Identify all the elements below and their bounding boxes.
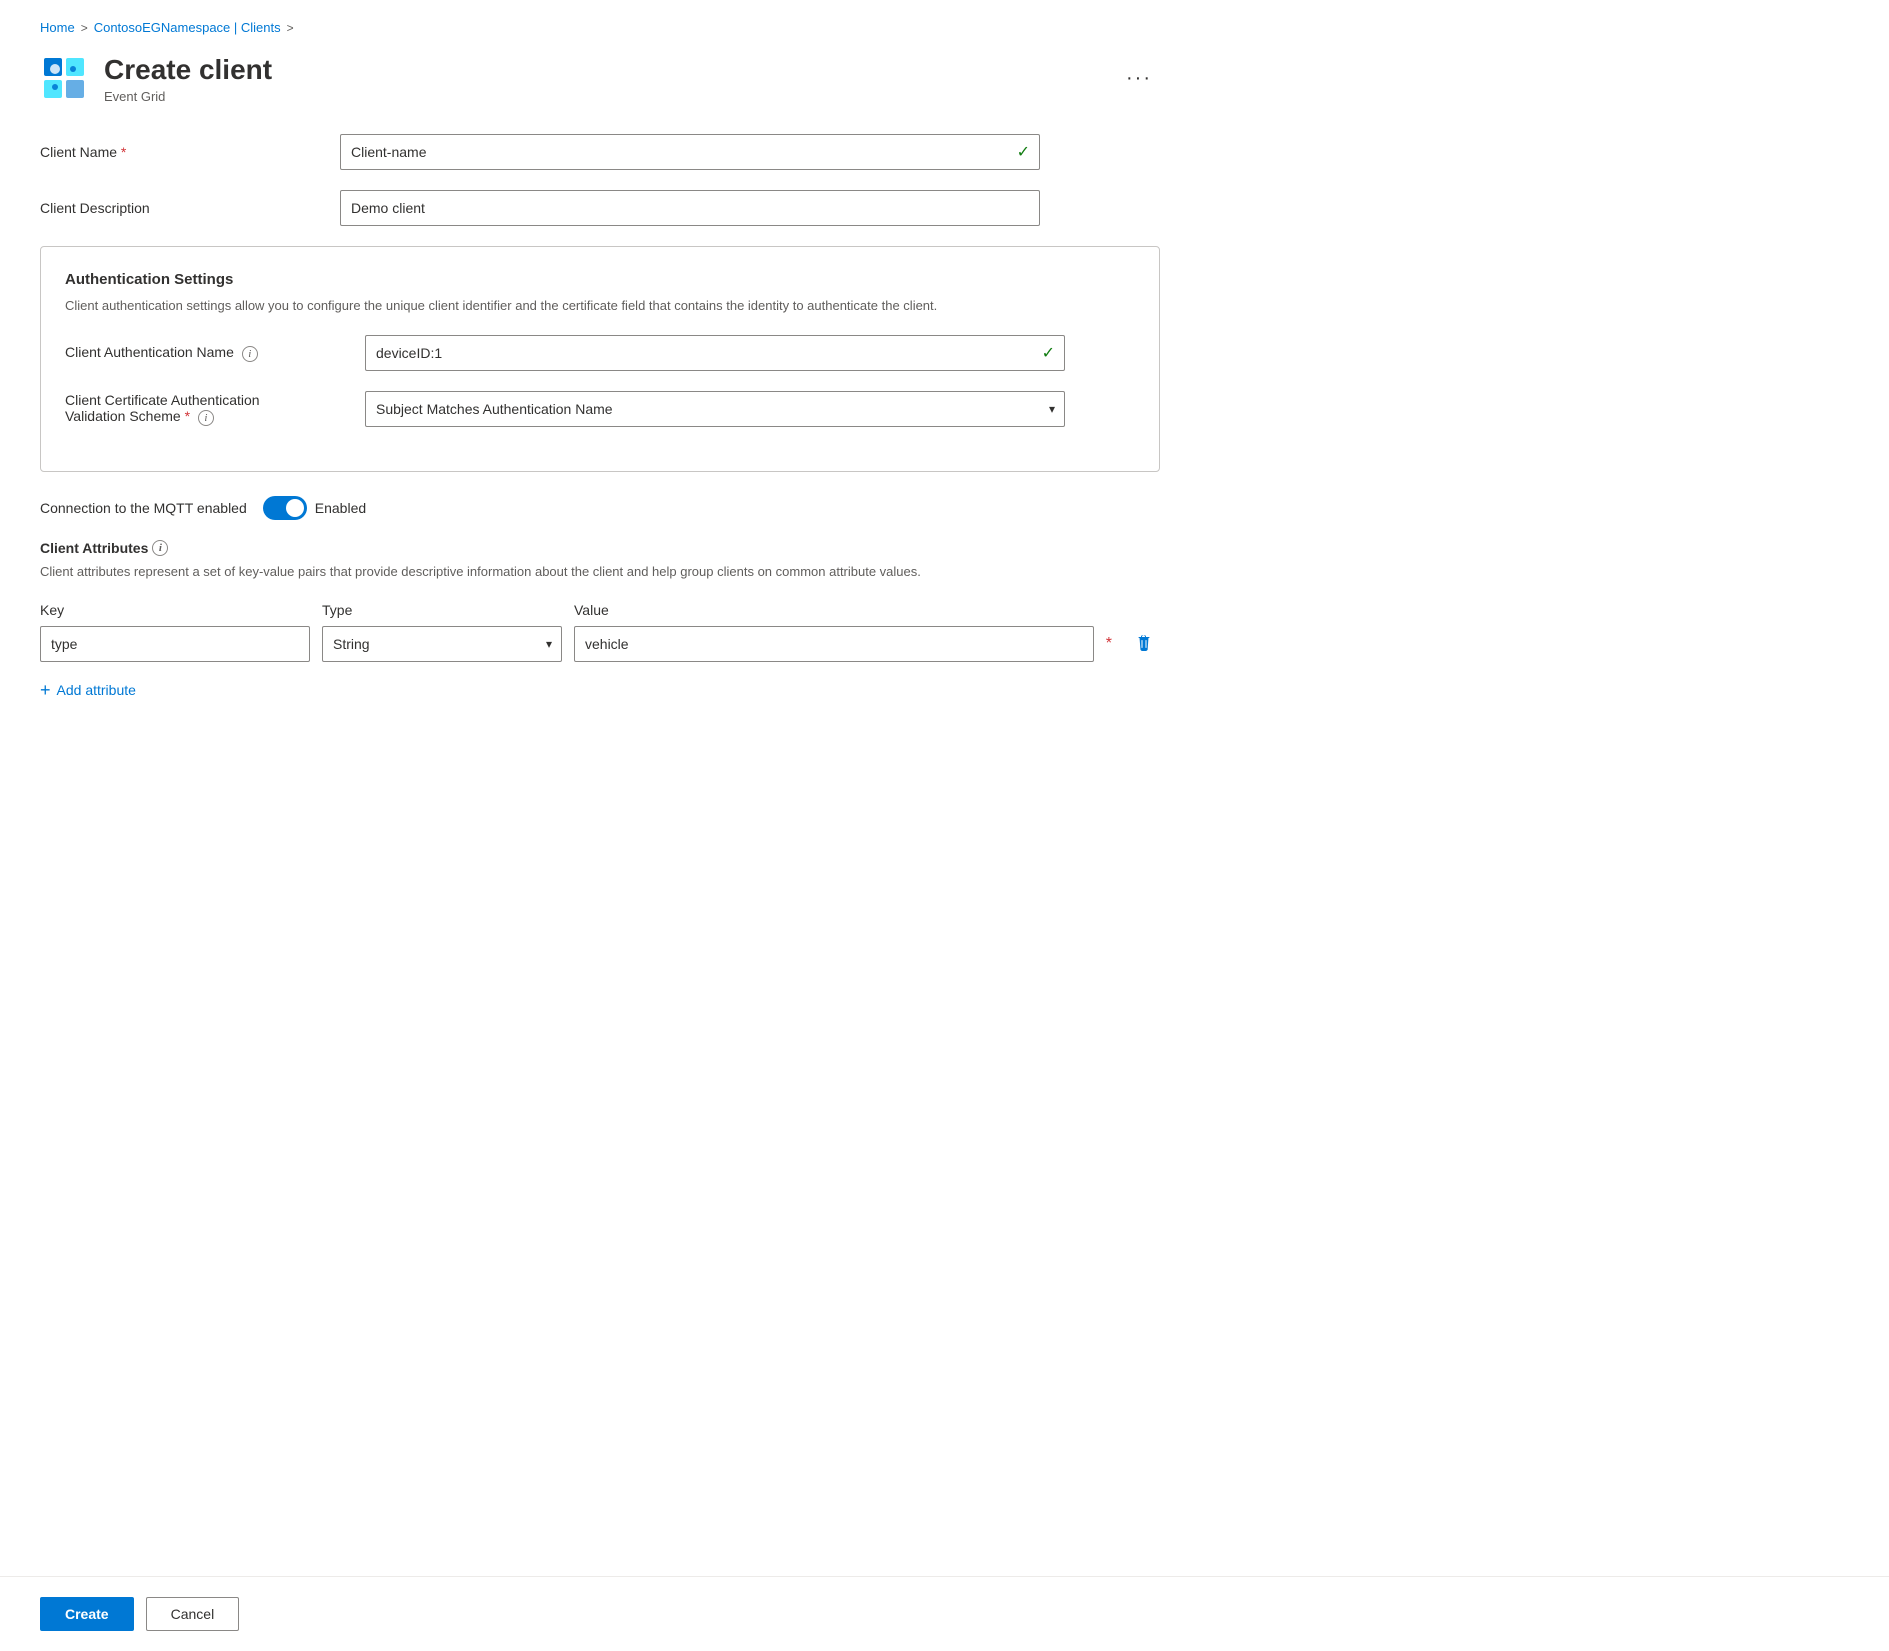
auth-name-row: Client Authentication Name i ✓ [65,335,1135,371]
client-attributes-desc: Client attributes represent a set of key… [40,562,1160,582]
add-attribute-label: Add attribute [57,682,136,698]
add-attribute-button[interactable]: + Add attribute [40,674,136,707]
breadcrumb-home[interactable]: Home [40,20,75,35]
validation-required: * [185,408,190,424]
attr-row-0: String Integer Float Boolean ▾ * [40,626,1160,662]
attr-value-input-wrapper [574,626,1094,662]
cancel-button[interactable]: Cancel [146,1597,240,1631]
attr-type-select[interactable]: String Integer Float Boolean [322,626,562,662]
mqtt-toggle-container: Enabled [263,496,366,520]
event-grid-icon [40,54,88,102]
create-button[interactable]: Create [40,1597,134,1631]
mqtt-toggle-knob [286,499,304,517]
add-attribute-plus-icon: + [40,680,51,701]
attr-key-header: Key [40,602,310,618]
client-description-label: Client Description [40,200,320,216]
mqtt-row: Connection to the MQTT enabled Enabled [40,496,1160,520]
client-attributes-title: Client Attributes i [40,540,1160,556]
mqtt-label: Connection to the MQTT enabled [40,500,247,516]
breadcrumb-namespace[interactable]: ContosoEGNamespace | Clients [94,20,281,35]
client-description-input-wrapper [340,190,1040,226]
validation-info-icon[interactable]: i [198,410,214,426]
more-options-button[interactable]: ··· [1118,63,1160,94]
auth-settings-desc: Client authentication settings allow you… [65,296,1135,316]
attr-value-header: Value [574,602,1160,618]
auth-name-info-icon[interactable]: i [242,346,258,362]
footer-bar: Create Cancel [0,1576,1889,1651]
attr-headers: Key Type Value [40,602,1160,618]
client-name-input-wrapper: ✓ [340,134,1040,170]
trash-icon [1135,635,1153,653]
attr-type-select-wrapper: String Integer Float Boolean ▾ [322,626,562,662]
auth-name-label: Client Authentication Name i [65,344,345,362]
validation-scheme-select[interactable]: Subject Matches Authentication Name DNS … [365,391,1065,427]
breadcrumb-sep1: > [81,21,88,35]
auth-name-input-wrapper: ✓ [365,335,1065,371]
client-name-row: Client Name * ✓ [40,134,1160,170]
page-title: Create client [104,53,1102,87]
client-name-required: * [121,144,126,160]
attr-value-input[interactable] [574,626,1094,662]
validation-dropdown-wrapper: Subject Matches Authentication Name DNS … [365,391,1065,427]
auth-settings-title: Authentication Settings [65,271,1135,288]
attr-required-star: * [1106,635,1112,653]
client-name-label: Client Name * [40,144,320,160]
breadcrumb: Home > ContosoEGNamespace | Clients > [40,20,1160,35]
client-attributes-section: Client Attributes i Client attributes re… [40,540,1160,707]
attr-key-input[interactable] [40,626,310,662]
breadcrumb-sep2: > [287,21,294,35]
attr-type-header: Type [322,602,562,618]
client-attributes-info-icon[interactable]: i [152,540,168,556]
auth-name-input[interactable] [365,335,1065,371]
page-header: Create client Event Grid ··· [40,53,1160,104]
attr-delete-button[interactable] [1128,628,1160,660]
client-name-input[interactable] [340,134,1040,170]
mqtt-toggle[interactable] [263,496,307,520]
validation-scheme-row: Client Certificate Authentication Valida… [65,391,1135,427]
page-subtitle: Event Grid [104,89,1102,104]
mqtt-status-text: Enabled [315,500,366,516]
page-title-area: Create client Event Grid [104,53,1102,104]
validation-scheme-label: Client Certificate Authentication Valida… [65,392,345,426]
client-description-row: Client Description [40,190,1160,226]
client-description-input[interactable] [340,190,1040,226]
attr-key-input-wrapper [40,626,310,662]
auth-settings-box: Authentication Settings Client authentic… [40,246,1160,473]
